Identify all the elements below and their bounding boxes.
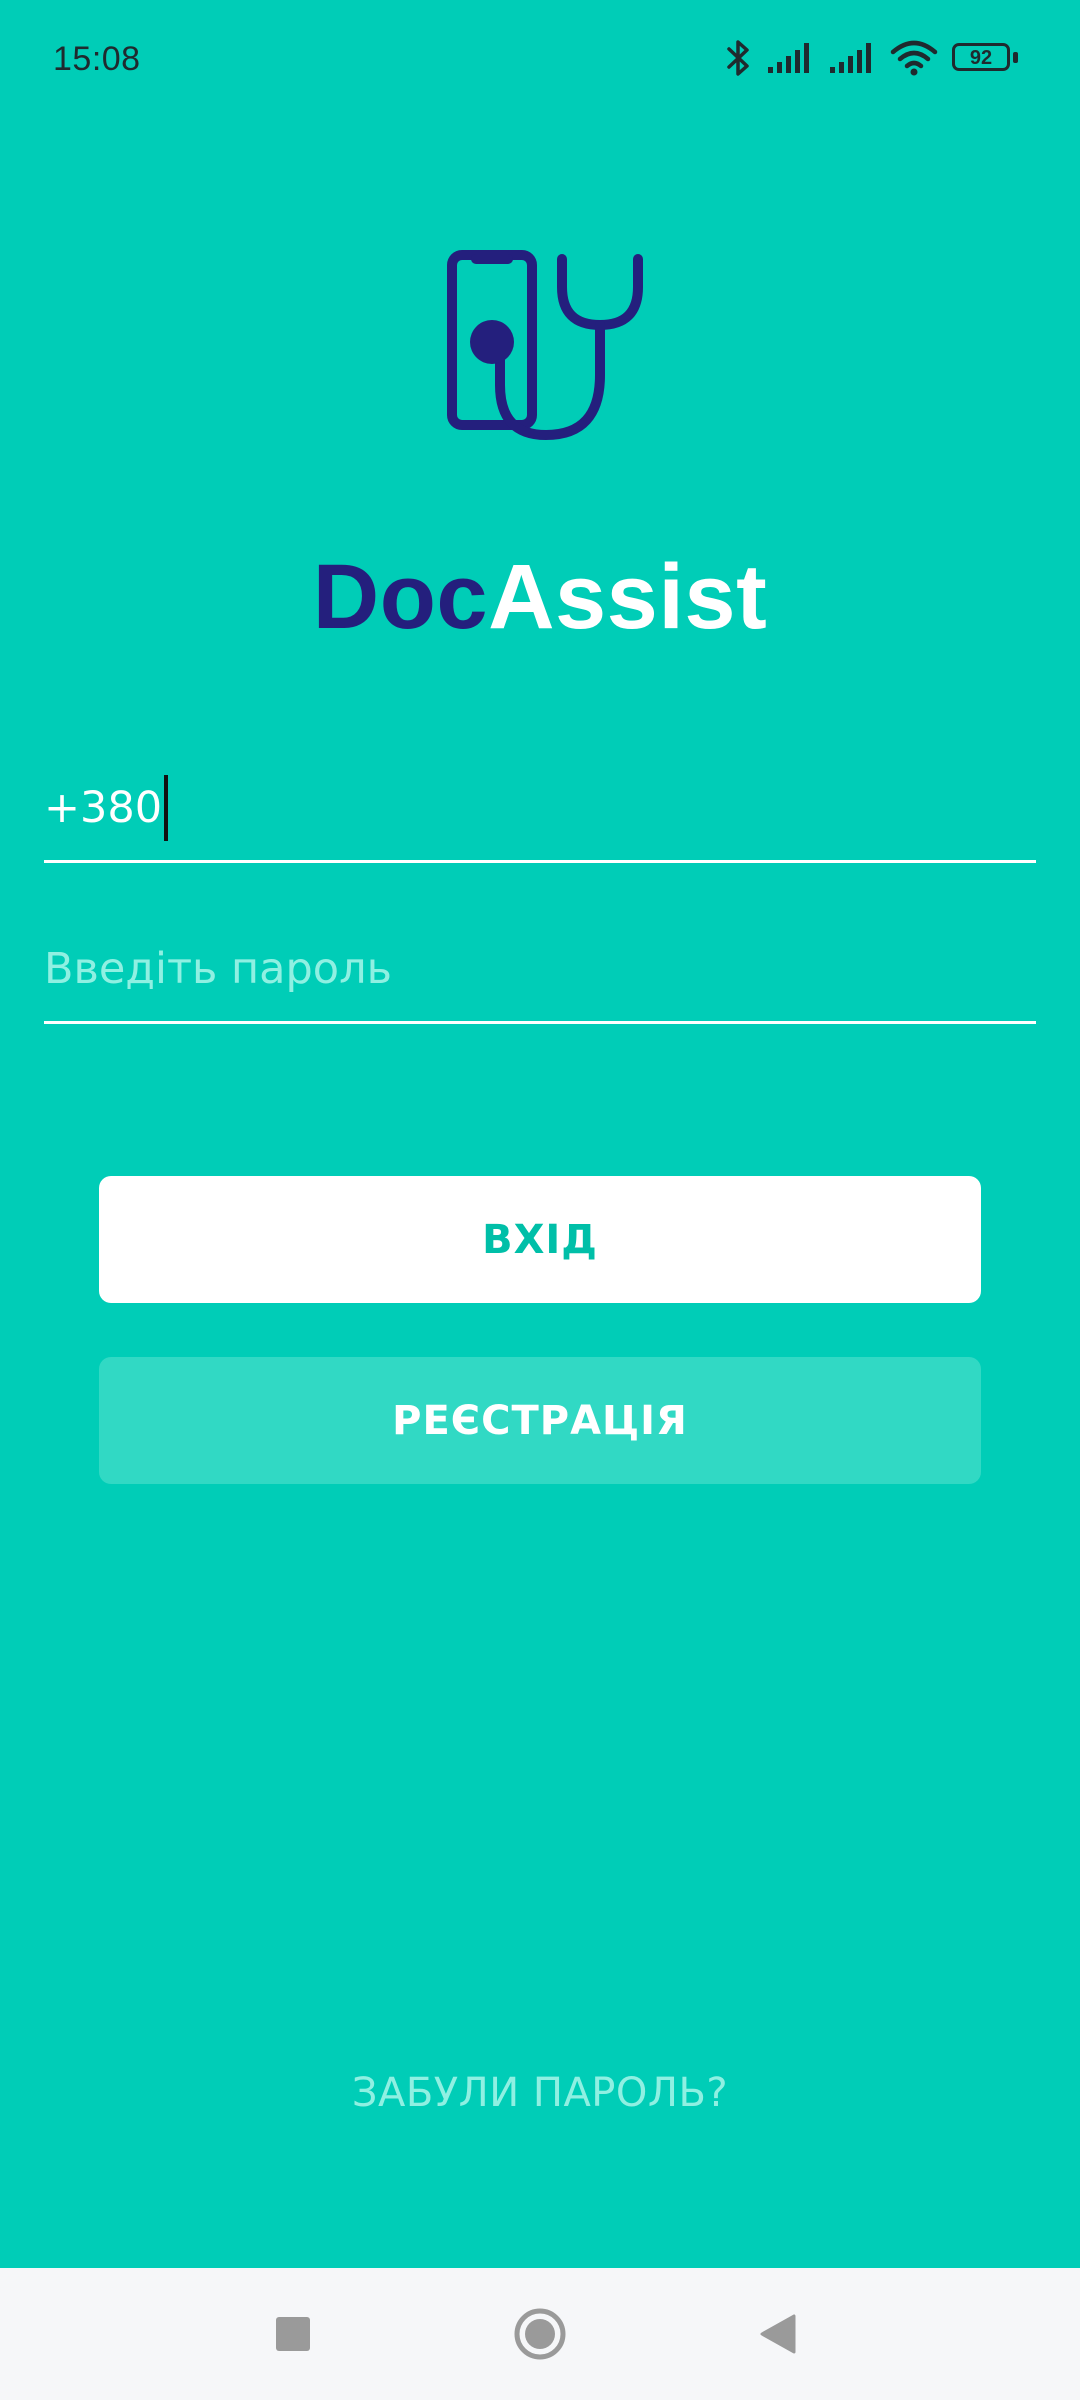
recent-apps-icon bbox=[276, 2317, 310, 2351]
register-button-label: РЕЄСТРАЦІЯ bbox=[392, 1397, 688, 1444]
status-time: 15:08 bbox=[53, 40, 141, 78]
wifi-icon bbox=[890, 40, 938, 76]
status-icons: 92 bbox=[726, 36, 1018, 80]
text-cursor bbox=[164, 775, 168, 841]
app-title: DocAssist bbox=[0, 545, 1080, 650]
phone-stethoscope-icon bbox=[447, 250, 643, 441]
status-bar: 15:08 92 bbox=[0, 0, 1080, 120]
back-icon bbox=[760, 2314, 796, 2354]
battery-level: 92 bbox=[969, 47, 993, 69]
password-field-container bbox=[44, 914, 1036, 1024]
signal-icon bbox=[768, 43, 809, 73]
login-button-label: ВХІД bbox=[482, 1216, 598, 1263]
register-button[interactable]: РЕЄСТРАЦІЯ bbox=[99, 1357, 981, 1484]
phone-field-container bbox=[44, 753, 1036, 863]
home-icon bbox=[514, 2308, 566, 2360]
app-title-assist: Assist bbox=[488, 546, 768, 648]
recent-apps-button[interactable] bbox=[250, 2268, 336, 2400]
phone-input[interactable] bbox=[44, 753, 1036, 863]
phone-underline bbox=[44, 860, 1036, 863]
signal-icon bbox=[830, 43, 871, 73]
app-title-doc: Doc bbox=[312, 546, 489, 648]
password-input[interactable] bbox=[44, 914, 1036, 1024]
forgot-password-link[interactable]: ЗАБУЛИ ПАРОЛЬ? bbox=[0, 2070, 1080, 2116]
home-button[interactable] bbox=[497, 2268, 583, 2400]
password-underline bbox=[44, 1021, 1036, 1024]
navigation-bar bbox=[0, 2268, 1080, 2400]
login-button[interactable]: ВХІД bbox=[99, 1176, 981, 1303]
battery-icon: 92 bbox=[952, 43, 1018, 73]
back-button[interactable] bbox=[735, 2268, 821, 2400]
bluetooth-icon bbox=[727, 40, 749, 76]
